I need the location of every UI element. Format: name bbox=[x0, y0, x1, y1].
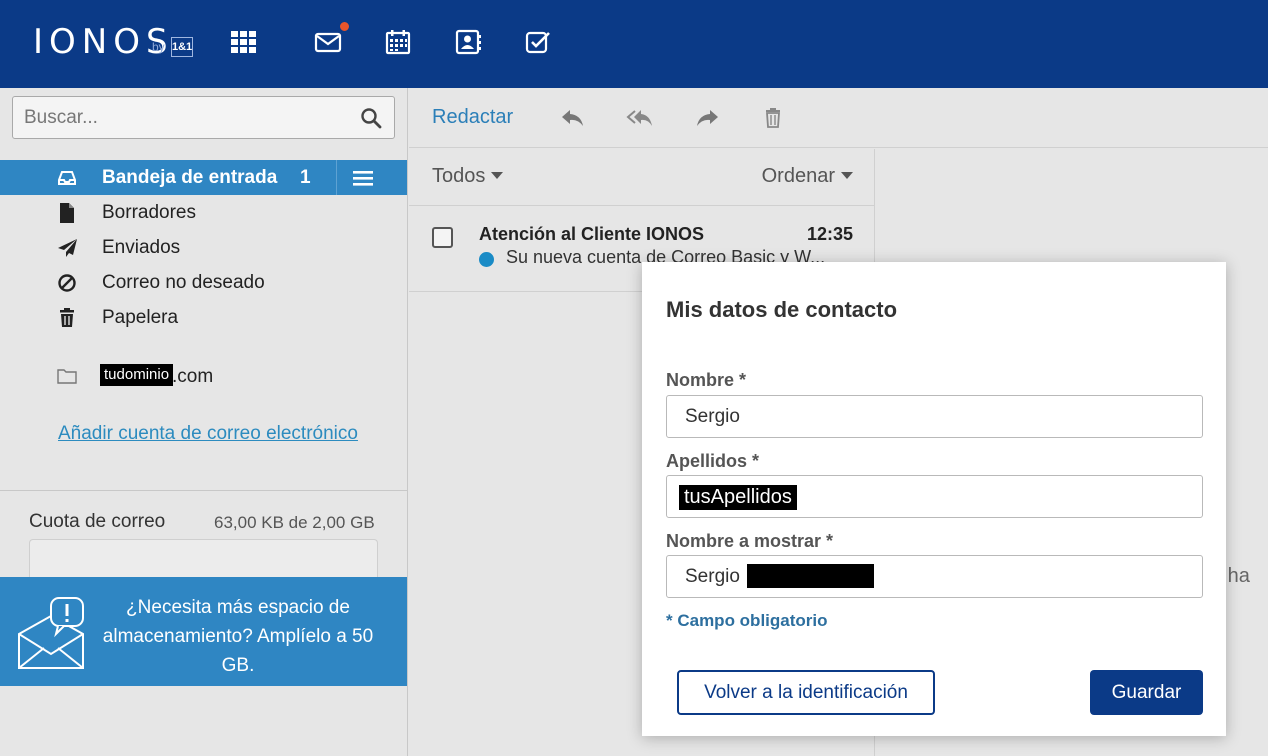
chevron-down-icon bbox=[841, 171, 853, 179]
folder-sent[interactable]: Enviados bbox=[0, 230, 408, 265]
folder-icon bbox=[57, 369, 77, 384]
storage-upgrade-banner[interactable]: ¿Necesita más espacio de almacenamiento?… bbox=[0, 577, 407, 686]
mail-quota: Cuota de correo 63,00 KB de 2,00 GB bbox=[0, 490, 407, 579]
draft-icon bbox=[60, 203, 74, 223]
storage-upgrade-text: ¿Necesita más espacio de almacenamiento?… bbox=[102, 597, 374, 676]
unread-dot-icon bbox=[479, 252, 494, 267]
folder-inbox[interactable]: Bandeja de entrada 1 bbox=[0, 160, 407, 195]
inbox-unread-count: 1 bbox=[300, 167, 311, 188]
sort-label: Ordenar bbox=[761, 165, 835, 187]
sidebar: Bandeja de entrada 1 Borradores Enviados… bbox=[0, 88, 408, 756]
filter-label: Todos bbox=[432, 165, 486, 187]
paper-plane-icon bbox=[58, 239, 77, 257]
top-bar: IONOS by 1&1 bbox=[0, 0, 1268, 88]
brand-by-text: by bbox=[152, 40, 165, 54]
search-icon[interactable] bbox=[360, 107, 382, 129]
reply-all-icon[interactable] bbox=[626, 104, 654, 132]
filter-dropdown[interactable]: Todos bbox=[432, 165, 504, 188]
mail-icon[interactable] bbox=[314, 28, 342, 56]
folder-trash-label: Papelera bbox=[102, 307, 179, 328]
chevron-down-icon bbox=[491, 171, 504, 179]
folder-menu-button[interactable] bbox=[336, 160, 407, 195]
mail-toolbar: Redactar bbox=[409, 88, 1268, 148]
redacted-block bbox=[747, 564, 874, 588]
contacts-icon[interactable] bbox=[454, 28, 482, 56]
mail-alert-icon bbox=[18, 597, 84, 669]
apps-grid-icon[interactable] bbox=[230, 28, 258, 56]
forward-icon[interactable] bbox=[693, 104, 721, 132]
first-name-field-box bbox=[666, 395, 1203, 438]
back-to-login-button[interactable]: Volver a la identificación bbox=[677, 670, 935, 715]
folder-spam[interactable]: Correo no deseado bbox=[0, 265, 408, 300]
domain-suffix: .com bbox=[172, 366, 214, 387]
trash-icon bbox=[60, 308, 74, 327]
last-name-label: Apellidos * bbox=[666, 451, 760, 471]
folder-sent-label: Enviados bbox=[102, 237, 181, 258]
quota-progress-bar bbox=[29, 539, 378, 579]
notification-dot bbox=[339, 21, 350, 32]
quota-label: Cuota de correo bbox=[29, 511, 166, 532]
contact-details-dialog: Mis datos de contacto Nombre * Apellidos… bbox=[642, 262, 1226, 736]
redacted-last-name: tusApellidos bbox=[679, 485, 797, 510]
folder-trash[interactable]: Papelera bbox=[0, 300, 408, 335]
delete-icon[interactable] bbox=[759, 104, 787, 132]
mail-sender: Atención al Cliente IONOS bbox=[479, 224, 705, 244]
hamburger-menu-icon bbox=[353, 171, 373, 186]
folder-spam-label: Correo no deseado bbox=[102, 272, 265, 293]
calendar-icon[interactable] bbox=[384, 28, 412, 56]
display-name-field-box bbox=[666, 555, 1203, 598]
mail-select-checkbox[interactable] bbox=[432, 227, 453, 248]
tasks-icon[interactable] bbox=[524, 28, 552, 56]
mail-list-header: Todos Ordenar bbox=[409, 149, 875, 206]
first-name-label: Nombre * bbox=[666, 370, 747, 390]
required-field-note: * Campo obligatorio bbox=[666, 611, 828, 630]
add-email-account-link[interactable]: Añadir cuenta de correo electrónico bbox=[58, 423, 358, 445]
first-name-field[interactable] bbox=[667, 396, 1202, 437]
folder-drafts-label: Borradores bbox=[102, 202, 196, 223]
spam-icon bbox=[58, 274, 76, 292]
brand-partner-logo: 1&1 bbox=[171, 37, 193, 57]
last-name-field[interactable]: tusApellidos bbox=[666, 475, 1203, 518]
search-box bbox=[12, 96, 395, 139]
dialog-title: Mis datos de contacto bbox=[666, 297, 898, 322]
sort-dropdown[interactable]: Ordenar bbox=[762, 165, 853, 188]
display-name-label: Nombre a mostrar * bbox=[666, 531, 834, 551]
folder-inbox-label: Bandeja de entrada bbox=[102, 167, 278, 188]
folder-drafts[interactable]: Borradores bbox=[0, 195, 408, 230]
search-input[interactable] bbox=[13, 97, 343, 138]
inbox-icon bbox=[58, 171, 76, 185]
compose-button[interactable]: Redactar bbox=[432, 106, 513, 129]
redacted-domain: tudominio bbox=[100, 364, 174, 386]
mail-time: 12:35 bbox=[806, 224, 853, 244]
save-button[interactable]: Guardar bbox=[1090, 670, 1203, 715]
quota-value: 63,00 KB de 2,00 GB bbox=[214, 513, 375, 532]
reply-icon[interactable] bbox=[559, 104, 587, 132]
